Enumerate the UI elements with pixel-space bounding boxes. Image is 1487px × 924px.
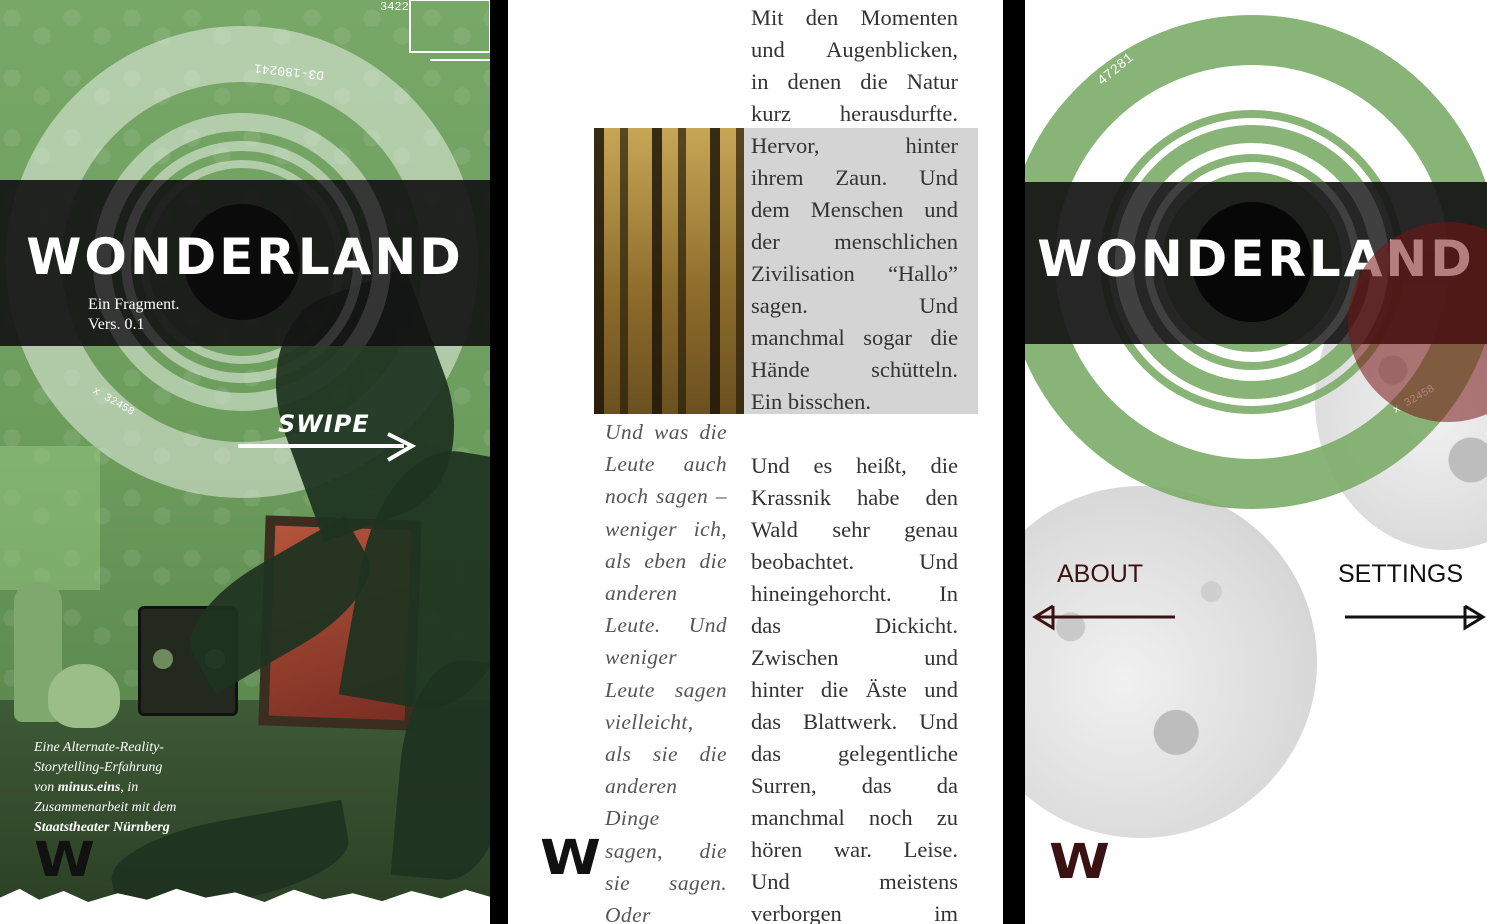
text-line: Hervor, hinter — [751, 133, 958, 158]
text-line: hinter die Äste und — [751, 677, 958, 702]
menu-screen[interactable]: 47281 ex x 32458 WONDERLAND ABOUT SETTIN… — [1025, 0, 1487, 924]
subtitle-line: Ein Fragment. — [88, 296, 180, 313]
app-subtitle: Ein Fragment. Vers. 0.1 — [88, 295, 180, 335]
story-text-body: Und es heißt, die Krassnik habe den Wald s… — [751, 450, 958, 924]
moon-image — [1025, 486, 1317, 838]
text-line: weniger ich, — [605, 516, 727, 541]
arrow-right-icon[interactable] — [1343, 602, 1487, 632]
credits-line: Eine Alternate-Reality- — [34, 740, 164, 755]
vase — [48, 664, 120, 728]
w-logo: W — [540, 830, 601, 886]
text-line: sagen, die — [605, 838, 727, 863]
text-line: Oder — [605, 903, 651, 924]
ring-label-corner: 3422 — [380, 0, 409, 14]
text-line: in denen die Natur — [751, 69, 958, 94]
about-button[interactable]: ABOUT — [1057, 560, 1143, 589]
text-line: vielleicht, — [605, 709, 694, 734]
text-line: manchmal noch zu — [751, 805, 958, 830]
text-line: noch sagen – — [605, 484, 727, 509]
w-logo: W — [1049, 834, 1110, 890]
story-text-highlighted: Hervor, hinter ihrem Zaun. Und dem Mensche… — [751, 130, 958, 418]
version-label: Vers. 0.1 — [88, 316, 145, 333]
credits-text: Eine Alternate-Reality- Storytelling-Erf… — [34, 738, 176, 838]
w-logo: W — [34, 832, 95, 888]
text-line: Dinge — [605, 806, 660, 831]
text-line: Leute. Und — [605, 613, 727, 638]
text-line: hören war. Leise. — [751, 837, 958, 862]
text-line: als eben die — [605, 548, 727, 573]
text-line: dem Menschen und — [751, 197, 958, 222]
text-line: und Augenblicken, — [751, 37, 958, 62]
credits-link-minus-eins[interactable]: minus.eins — [58, 780, 121, 795]
text-line: kurz herausdurfte. — [751, 101, 958, 126]
text-line: Mit den Momenten — [751, 5, 958, 30]
intro-screen[interactable]: D3-180241 3422 x 32458 WONDERLAND Ein Fr… — [0, 0, 490, 924]
credits-line: Zusammenarbeit mit dem — [34, 800, 177, 815]
app-title: WONDERLAND — [26, 228, 464, 286]
text-line: anderen — [605, 581, 678, 606]
text-line: das gelegentliche — [751, 741, 958, 766]
text-line: ihrem Zaun. Und — [751, 165, 958, 190]
text-line: als sie die — [605, 742, 727, 767]
text-line: Surren, das da — [751, 773, 958, 798]
arrow-left-icon[interactable] — [1029, 602, 1179, 632]
text-line: Wald sehr genau — [751, 517, 958, 542]
text-line: Und es heißt, die — [751, 453, 958, 478]
story-screen[interactable]: Mit den Momenten und Augenblicken, in dene… — [508, 0, 1003, 924]
story-text-top: Mit den Momenten und Augenblicken, in dene… — [751, 2, 958, 130]
credits-line: von minus.eins, in — [34, 780, 139, 795]
text-line: das Blattwerk. Und — [751, 709, 958, 734]
text-line: Und was die — [605, 420, 727, 444]
text-line: hineingehorcht. In — [751, 581, 958, 606]
text-line: Leute auch — [605, 452, 727, 477]
text-line: weniger — [605, 645, 678, 670]
text-line: sie sagen. — [605, 870, 727, 895]
swipe-label[interactable]: SWIPE — [278, 410, 370, 438]
lamp-shade — [0, 446, 100, 590]
text-line: Zivilisation “Hallo” — [751, 261, 958, 286]
story-quote-italic: Und was die Leute auch noch sagen – weniger… — [605, 416, 727, 924]
settings-button[interactable]: SETTINGS — [1338, 560, 1463, 589]
text-line: Leute sagen — [605, 677, 727, 702]
text-line: Krassnik habe den — [751, 485, 958, 510]
text-line: verborgen im — [751, 901, 958, 924]
text-line: Und meistens — [751, 869, 958, 894]
text-line: das Dickicht. — [751, 613, 958, 638]
text-line: sagen. Und — [751, 293, 958, 318]
credits-line: Storytelling-Erfahrung — [34, 760, 163, 775]
text-line: beobachtet. Und — [751, 549, 958, 574]
text-line: manchmal sogar die — [751, 325, 958, 350]
text-line: Hände schütteln. — [751, 357, 958, 382]
text-line: der menschlichen — [751, 229, 958, 254]
forest-image — [594, 128, 744, 414]
text-line: anderen — [605, 774, 678, 799]
text-line: Ein bisschen. — [751, 389, 871, 414]
text-line: Zwischen und — [751, 645, 958, 670]
